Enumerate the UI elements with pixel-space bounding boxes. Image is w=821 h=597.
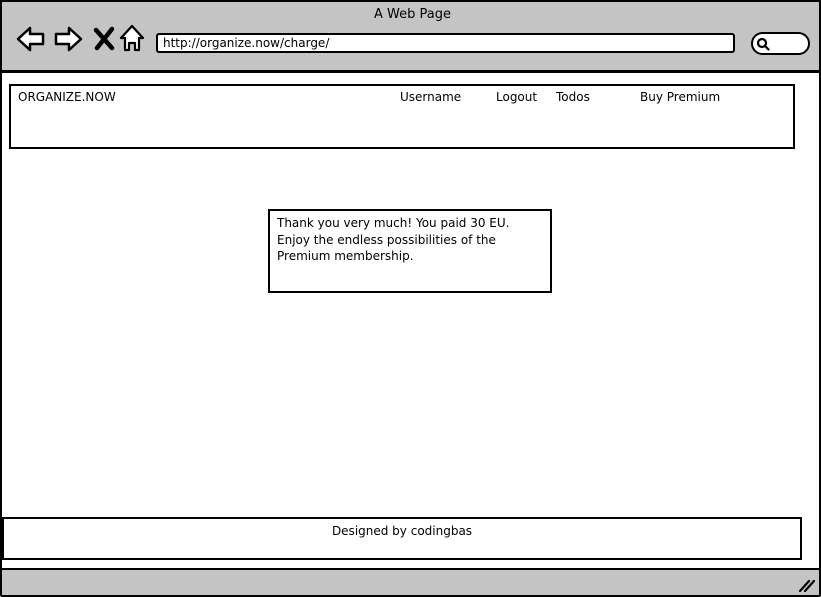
site-footer: Designed by codingbas [2,517,802,560]
back-arrow-icon [16,26,45,52]
footer-credit: Designed by codingbas [331,524,473,538]
url-text: http://organize.now/charge/ [163,36,330,50]
browser-chrome: A Web Page http://organize.now/charge/ [0,0,821,73]
nav-buy-premium[interactable]: Buy Premium [640,90,720,104]
brand-logo-text[interactable]: ORGANIZE.NOW [18,90,116,104]
forward-arrow-icon [54,26,83,52]
forward-button[interactable] [53,24,83,54]
search-icon [756,37,770,51]
back-button[interactable] [16,24,46,54]
payment-confirmation-box: Thank you very much! You paid 30 EU. Enj… [268,209,552,293]
search-field[interactable] [751,32,810,55]
stop-button[interactable] [90,24,120,54]
address-bar[interactable]: http://organize.now/charge/ [156,33,735,53]
resize-grip-icon[interactable] [799,578,815,592]
site-header: ORGANIZE.NOW Username Logout Todos Buy P… [9,84,795,149]
nav-username[interactable]: Username [400,90,461,104]
close-icon [93,26,115,51]
confirmation-line-1: Thank you very much! You paid 30 EU. [277,216,510,230]
confirmation-line-2: Enjoy the endless possibilities of the P… [277,232,496,264]
home-icon [119,24,145,52]
home-button[interactable] [118,24,148,54]
status-bar [2,568,819,595]
nav-todos[interactable]: Todos [556,90,590,104]
nav-logout[interactable]: Logout [496,90,537,104]
window-title: A Web Page [374,7,451,22]
